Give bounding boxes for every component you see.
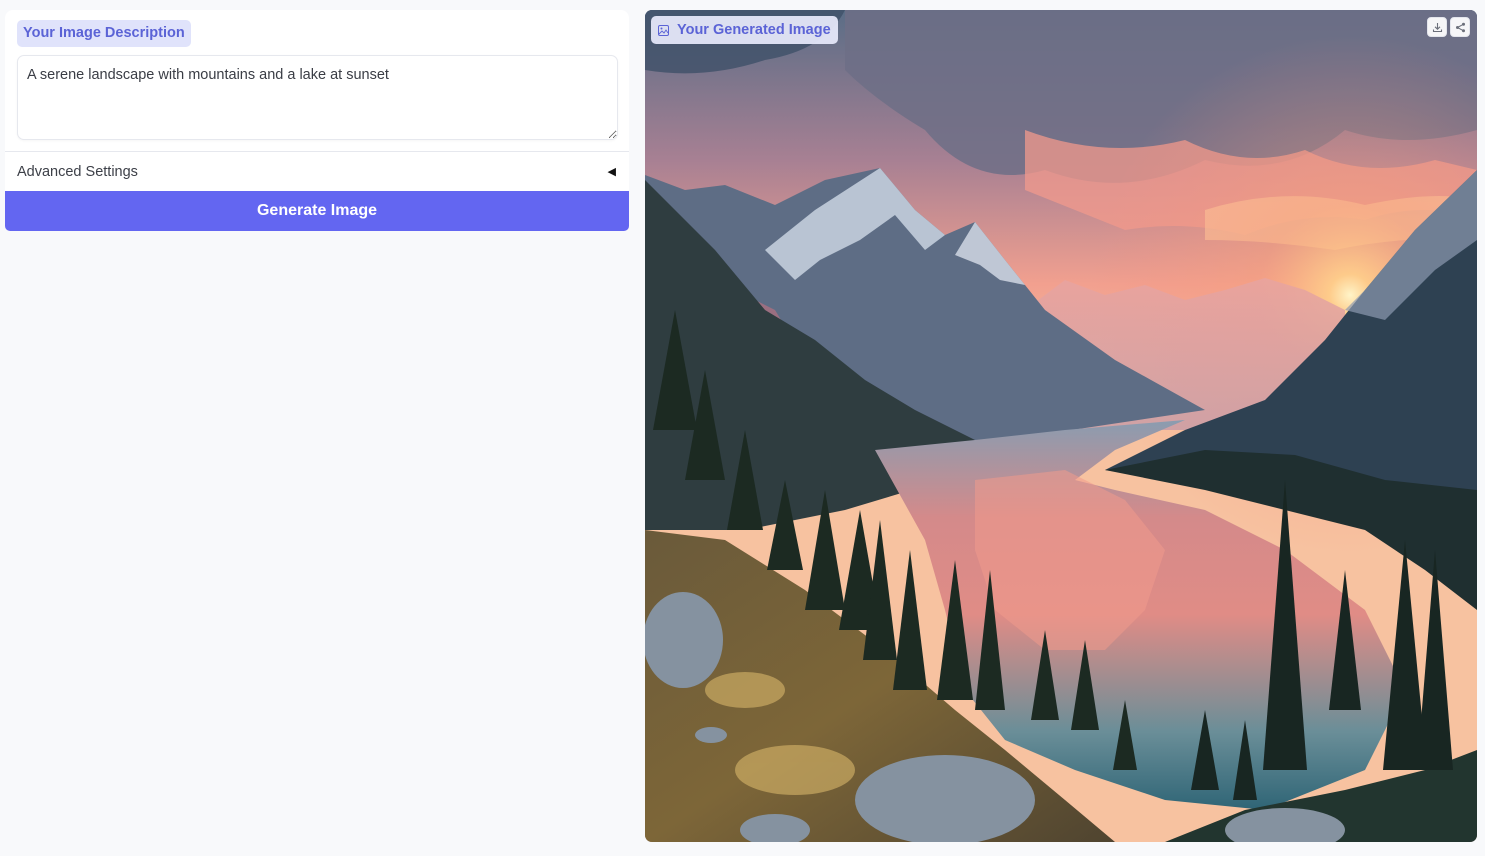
download-icon [1432, 22, 1442, 32]
app: Your Image Description Advanced Settings… [0, 0, 1485, 856]
description-card: Your Image Description [5, 10, 629, 151]
share-button[interactable] [1450, 17, 1470, 37]
description-input[interactable] [17, 55, 618, 140]
description-label: Your Image Description [17, 20, 191, 47]
generated-image [645, 10, 1477, 842]
advanced-settings-toggle[interactable]: Advanced Settings ◀ [5, 151, 629, 191]
output-panel: Your Generated Image [645, 10, 1477, 842]
advanced-settings-label: Advanced Settings [17, 163, 138, 180]
collapse-arrow-icon: ◀ [607, 166, 616, 178]
generated-image-label-text: Your Generated Image [677, 22, 831, 38]
share-icon [1455, 22, 1465, 32]
generated-image-label: Your Generated Image [651, 16, 838, 44]
download-button[interactable] [1427, 17, 1447, 37]
image-icon [658, 24, 669, 36]
generate-image-button[interactable]: Generate Image [5, 191, 629, 231]
input-panel: Your Image Description Advanced Settings… [5, 10, 629, 231]
